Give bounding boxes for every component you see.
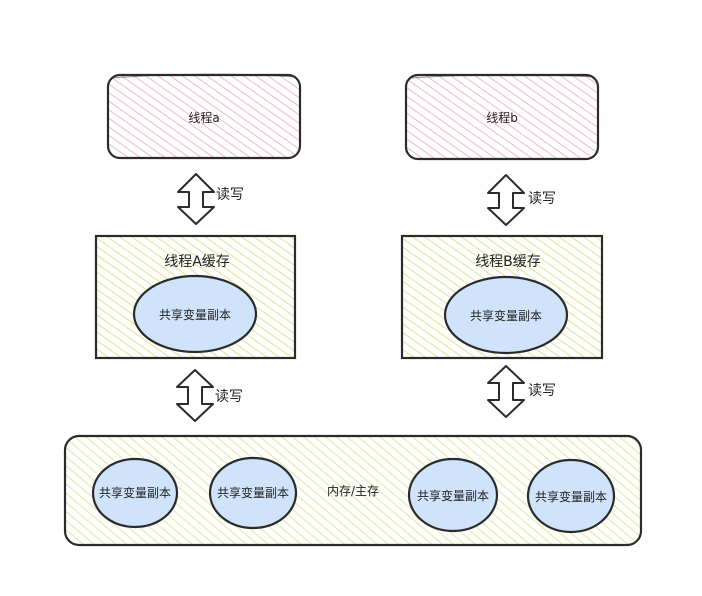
shared-variable-copy-label: 共享变量副本	[535, 489, 607, 504]
double-arrow-icon: 读写	[487, 365, 556, 418]
thread-a-cache-box: 线程A缓存 共享变量副本	[94, 234, 297, 360]
read-write-label-b-bottom: 读写	[528, 382, 556, 399]
thread-a-label: 线程a	[188, 110, 219, 125]
thread-a-box: 线程a	[106, 73, 302, 160]
shared-variable-copy-label: 共享变量副本	[159, 307, 231, 322]
shared-variable-copy-label: 共享变量副本	[99, 485, 171, 500]
shared-variable-copy-label: 共享变量副本	[217, 485, 289, 500]
double-arrow-icon: 读写	[177, 173, 244, 225]
thread-b-cache-title: 线程B缓存	[475, 254, 541, 270]
jmm-diagram: 线程a 线程b 读写 读写 线程A缓存 共享变量副本 线程B缓存 共享变量副本 …	[63, 73, 643, 547]
double-arrow-icon: 读写	[487, 174, 556, 226]
thread-b-cache-box: 线程B缓存 共享变量副本	[400, 234, 604, 360]
shared-variable-copy-label: 共享变量副本	[470, 308, 542, 323]
read-write-label-a-bottom: 读写	[215, 388, 243, 405]
thread-a-cache-title: 线程A缓存	[164, 254, 230, 270]
read-write-label-a-top: 读写	[216, 186, 244, 203]
shared-variable-copy-label: 共享变量副本	[417, 488, 489, 503]
read-write-label-b-top: 读写	[528, 190, 556, 207]
thread-b-box: 线程b	[404, 73, 600, 161]
main-memory-box: 内存/主存 共享变量副本 共享变量副本 共享变量副本 共享变量副本	[63, 434, 643, 547]
double-arrow-icon: 读写	[176, 369, 243, 422]
main-memory-label: 内存/主存	[327, 484, 379, 498]
thread-b-label: 线程b	[486, 110, 518, 125]
